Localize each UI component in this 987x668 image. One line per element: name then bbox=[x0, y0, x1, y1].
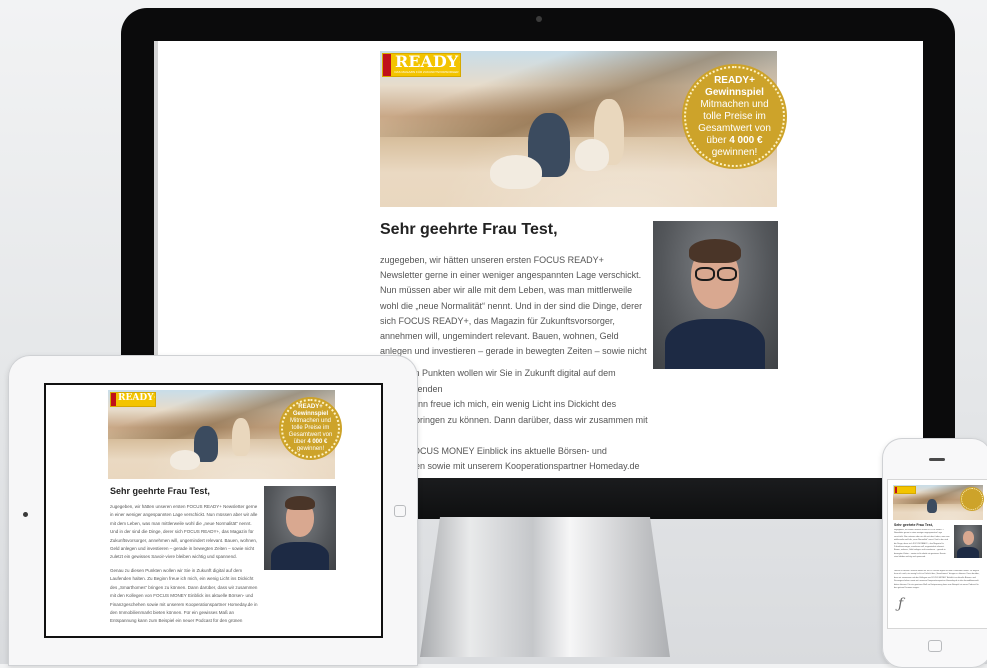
focus-ready-logo: READY+ bbox=[110, 392, 156, 407]
greeting-title: Sehr geehrte Frau Test, bbox=[894, 523, 933, 527]
webcam-icon bbox=[536, 16, 542, 22]
gewinnspiel-badge[interactable]: READY+ Gewinnspiel Mitmachen und tolle P… bbox=[684, 66, 785, 167]
second-paragraph: esen Punkten wollen wir Sie in Zukunft d… bbox=[400, 368, 648, 478]
second-paragraph: Genau zu diesen Punkten wollen wir Sie i… bbox=[894, 570, 980, 590]
signature: ƒ bbox=[898, 596, 904, 612]
monitor-stand bbox=[420, 517, 670, 657]
camera-icon bbox=[23, 512, 28, 517]
greeting-title: Sehr geehrte Frau Test, bbox=[110, 486, 210, 496]
focus-ready-logo bbox=[894, 486, 916, 494]
gewinnspiel-badge[interactable]: READY+ Gewinnspiel Mitmachen und tolle P… bbox=[281, 399, 340, 458]
speaker-icon bbox=[929, 458, 945, 461]
tablet-screen: READY+ READY+ Gewinnspiel Mitmachen und … bbox=[44, 383, 383, 638]
phone-screen: Sehr geehrte Frau Test, zugegeben, wir h… bbox=[888, 480, 987, 628]
intro-paragraph: zugegeben, wir hätten unseren ersten FOC… bbox=[110, 504, 258, 560]
intro-paragraph: zugegeben, wir hätten unseren ersten FOC… bbox=[380, 255, 647, 357]
second-paragraph: Genau zu diesen Punkten wollen wir Sie i… bbox=[110, 568, 258, 627]
dog-figure bbox=[490, 155, 542, 189]
intro-paragraph: zugegeben, wir hätten unseren ersten FOC… bbox=[894, 529, 950, 559]
author-portrait bbox=[954, 525, 982, 558]
author-portrait bbox=[653, 221, 778, 369]
gewinnspiel-badge[interactable] bbox=[961, 488, 983, 510]
home-button-icon[interactable] bbox=[928, 640, 942, 652]
greeting-title: Sehr geehrte Frau Test, bbox=[380, 221, 558, 238]
home-button-icon[interactable] bbox=[394, 505, 406, 517]
focus-ready-logo: READY+ DAS MAGAZIN FÜR ZUKUNFTSVORSORGER bbox=[382, 53, 461, 77]
author-portrait bbox=[264, 486, 336, 570]
dog-figure bbox=[575, 139, 609, 171]
glasses-icon bbox=[695, 267, 715, 281]
